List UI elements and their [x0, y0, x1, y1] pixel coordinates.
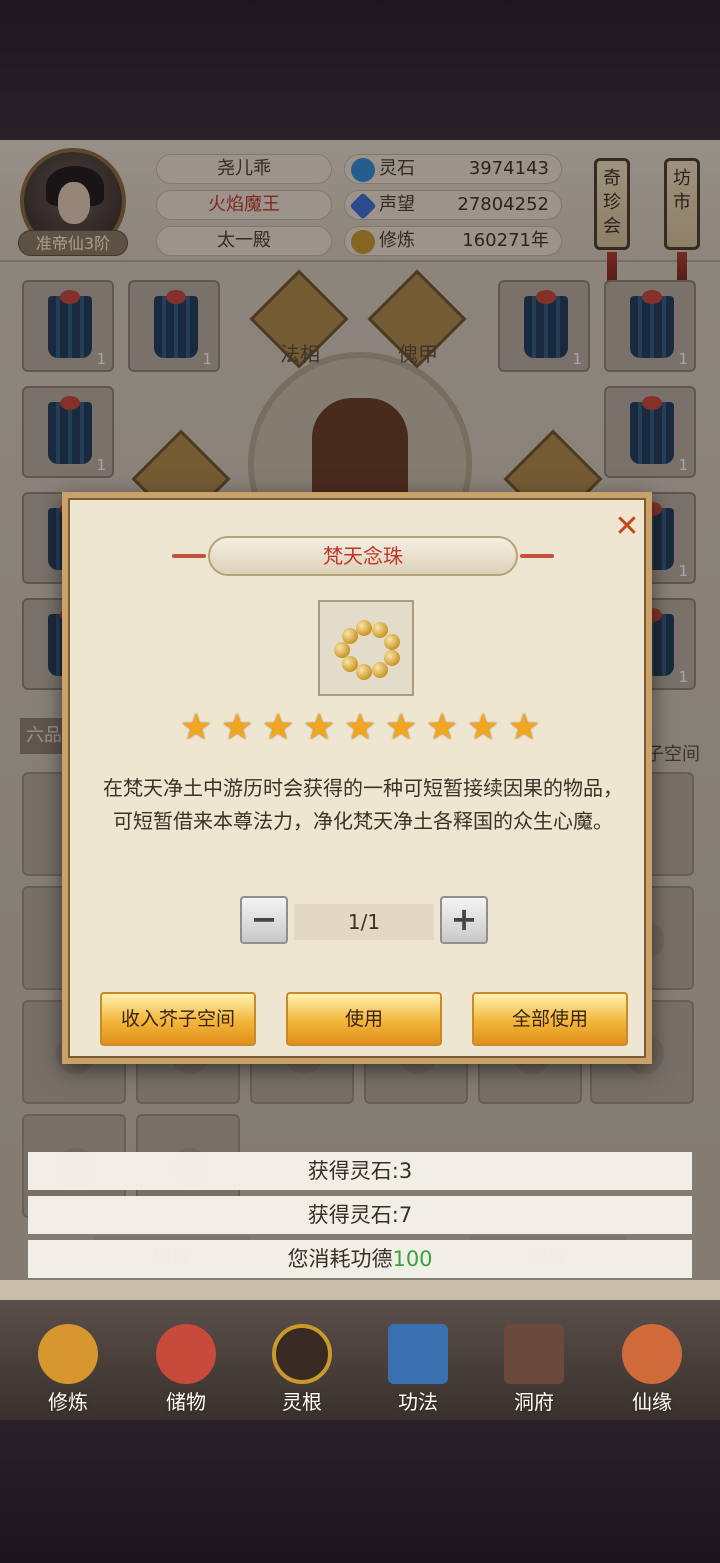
star-icon: ★	[426, 707, 459, 748]
technique-book-icon	[388, 1324, 448, 1384]
bead	[372, 662, 388, 678]
use-all-button[interactable]: 全部使用	[472, 992, 628, 1046]
star-icon: ★	[385, 707, 418, 748]
nav-immortal-fate[interactable]: 仙缘	[602, 1320, 702, 1420]
nav-label: 储物	[166, 1390, 206, 1414]
nav-technique[interactable]: 功法	[368, 1320, 468, 1420]
star-icon: ★	[467, 707, 500, 748]
cave-dwelling-icon	[504, 1324, 564, 1384]
bead	[384, 634, 400, 650]
toast-message: 获得灵石:7	[28, 1196, 692, 1234]
nav-label: 修炼	[48, 1390, 88, 1414]
title-ornament	[172, 554, 206, 558]
prayer-beads-icon	[334, 620, 400, 680]
immortal-fate-icon	[622, 1324, 682, 1384]
nav-label: 仙缘	[632, 1390, 672, 1414]
nav-storage[interactable]: 储物	[136, 1320, 236, 1420]
bead	[384, 650, 400, 666]
use-button[interactable]: 使用	[286, 992, 442, 1046]
bead	[356, 664, 372, 680]
star-icon: ★	[508, 707, 541, 748]
nav-label: 洞府	[514, 1390, 554, 1414]
star-rating: ★ ★ ★ ★ ★ ★ ★ ★ ★	[180, 710, 546, 750]
nav-spirit-root[interactable]: 灵根	[252, 1320, 352, 1420]
toast-highlight: 100	[392, 1247, 433, 1271]
increase-button[interactable]: +	[440, 896, 488, 944]
bead	[356, 620, 372, 636]
nav-cave[interactable]: 洞府	[484, 1320, 584, 1420]
star-icon: ★	[180, 707, 213, 748]
top-band	[0, 0, 720, 140]
item-title: 梵天念珠	[208, 536, 518, 576]
nav-cultivate[interactable]: 修炼	[18, 1320, 118, 1420]
nav-label: 功法	[398, 1390, 438, 1414]
close-icon[interactable]: ✕	[612, 512, 642, 542]
star-icon: ★	[303, 707, 336, 748]
nav-label: 灵根	[282, 1390, 322, 1414]
star-icon: ★	[262, 707, 295, 748]
item-detail-dialog: 梵天念珠 ✕ ★ ★ ★ ★ ★ ★ ★ ★ ★ 在梵天净土中游历时会获得的一种可短暂接续因果的…	[62, 492, 652, 1064]
bottom-band	[0, 1420, 720, 1563]
storage-bag-icon	[156, 1324, 216, 1384]
decrease-button[interactable]: −	[240, 896, 288, 944]
spirit-root-icon	[272, 1324, 332, 1384]
star-icon: ★	[344, 707, 377, 748]
toast-message: 获得灵石:3	[28, 1152, 692, 1190]
item-description: 在梵天净土中游历时会获得的一种可短暂接续因果的物品，可短暂借来本尊法力，净化梵天…	[103, 776, 623, 833]
quantity-field[interactable]: 1/1	[294, 904, 434, 940]
title-ornament	[520, 554, 554, 558]
toast-message: 您消耗功德100	[28, 1240, 692, 1278]
cultivate-icon	[38, 1324, 98, 1384]
item-icon-box	[318, 600, 414, 696]
bead	[342, 656, 358, 672]
star-icon: ★	[221, 707, 254, 748]
toast-text: 您消耗功德	[287, 1247, 393, 1271]
store-mustard-space-button[interactable]: 收入芥子空间	[100, 992, 256, 1046]
